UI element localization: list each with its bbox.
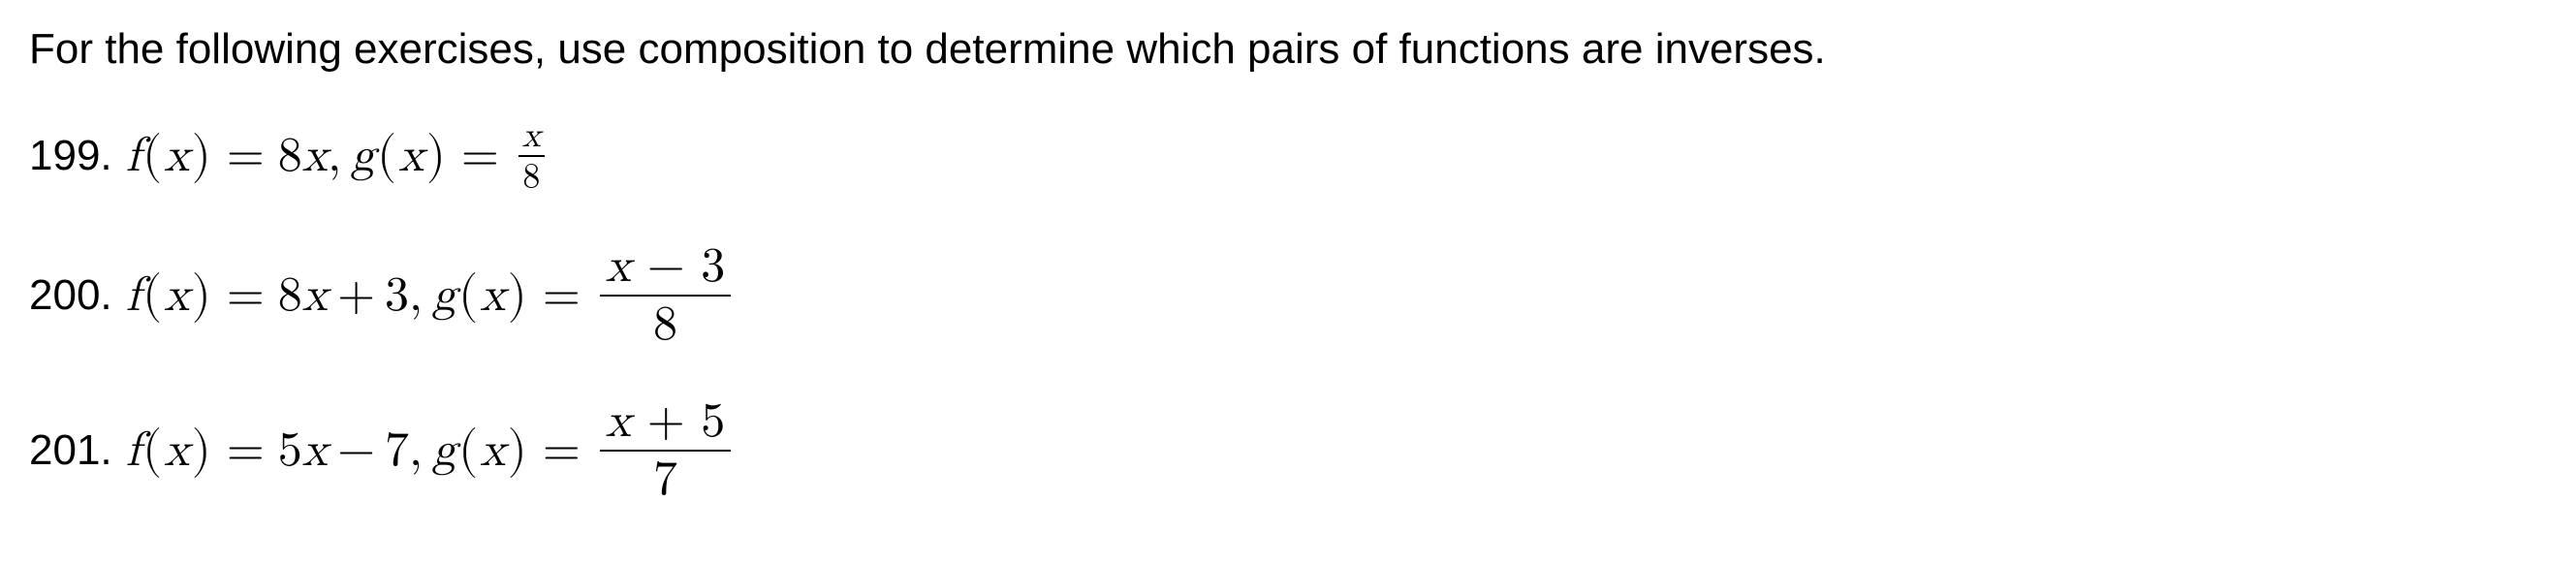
math-close-paren: ): [190, 266, 213, 326]
math-close-paren: ): [190, 421, 213, 481]
math-var-f: f: [126, 127, 141, 185]
exercise-math: f ( x ) = 8 x , g ( x ) = x 8: [126, 118, 550, 194]
math-equals: =: [448, 127, 513, 185]
exercise-row: 201. f ( x ) = 5 x − 7 , g ( x ) = x + 5…: [29, 397, 2547, 504]
math-open-paren: (: [141, 126, 164, 186]
math-var-x: x: [302, 266, 328, 325]
math-open-paren: (: [141, 266, 164, 326]
math-var-g: g: [351, 127, 375, 185]
math-var-x: x: [164, 127, 189, 185]
math-coef: 8: [278, 266, 302, 325]
fraction-denominator: 8: [518, 157, 544, 194]
math-open-paren: (: [141, 421, 164, 481]
math-open-paren: (: [456, 266, 480, 326]
math-const: 5: [701, 397, 725, 446]
exercise-math: f ( x ) = 5 x − 7 , g ( x ) = x + 5 7: [126, 397, 738, 504]
math-var-g: g: [432, 422, 456, 480]
math-comma: ,: [409, 266, 432, 325]
math-comma: ,: [409, 422, 432, 480]
math-comma: ,: [328, 127, 351, 185]
math-var-f: f: [126, 422, 141, 480]
math-const: 7: [385, 422, 409, 480]
fraction-numerator: x: [518, 118, 545, 157]
math-operator-plus: +: [647, 397, 685, 446]
math-open-paren: (: [456, 421, 480, 481]
math-equals: =: [529, 266, 594, 325]
math-var-x: x: [480, 422, 505, 480]
math-var-x: x: [302, 127, 328, 185]
math-const: 3: [701, 242, 725, 291]
math-var-x: x: [606, 397, 631, 446]
exercise-row: 199. f ( x ) = 8 x , g ( x ) = x 8: [29, 118, 2547, 194]
math-close-paren: ): [424, 126, 448, 186]
math-var-x: x: [164, 266, 189, 325]
math-equals: =: [213, 266, 278, 325]
fraction-numerator: x − 3: [600, 242, 732, 297]
exercise-math: f ( x ) = 8 x + 3 , g ( x ) = x − 3 8: [126, 242, 738, 349]
math-equals: =: [213, 127, 278, 185]
fraction-denominator: 7: [647, 452, 683, 504]
exercise-number: 201.: [29, 426, 112, 475]
math-var-x: x: [480, 266, 505, 325]
math-var-f: f: [126, 266, 141, 325]
math-var-x: x: [302, 422, 328, 480]
math-equals: =: [529, 422, 594, 480]
math-fraction: x + 5 7: [600, 397, 732, 504]
fraction-denominator: 8: [647, 297, 683, 349]
math-close-paren: ): [506, 266, 529, 326]
exercise-number: 199.: [29, 132, 112, 180]
math-var-x: x: [606, 242, 631, 291]
math-close-paren: ): [506, 421, 529, 481]
math-open-paren: (: [375, 126, 398, 186]
math-fraction: x − 3 8: [600, 242, 732, 349]
math-equals: =: [213, 422, 278, 480]
math-var-g: g: [432, 266, 456, 325]
exercise-instructions: For the following exercises, use composi…: [29, 19, 2547, 79]
exercise-number: 200.: [29, 271, 112, 320]
math-operator-minus: −: [328, 422, 385, 480]
exercise-row: 200. f ( x ) = 8 x + 3 , g ( x ) = x − 3…: [29, 242, 2547, 349]
math-var-x: x: [398, 127, 424, 185]
math-const: 3: [385, 266, 409, 325]
math-operator-plus: +: [328, 266, 385, 325]
fraction-numerator: x + 5: [600, 397, 732, 452]
math-var-x: x: [164, 422, 189, 480]
math-coef: 5: [278, 422, 302, 480]
math-close-paren: ): [190, 126, 213, 186]
math-coef: 8: [278, 127, 302, 185]
math-operator-minus: −: [647, 242, 685, 291]
math-fraction: x 8: [518, 118, 545, 194]
